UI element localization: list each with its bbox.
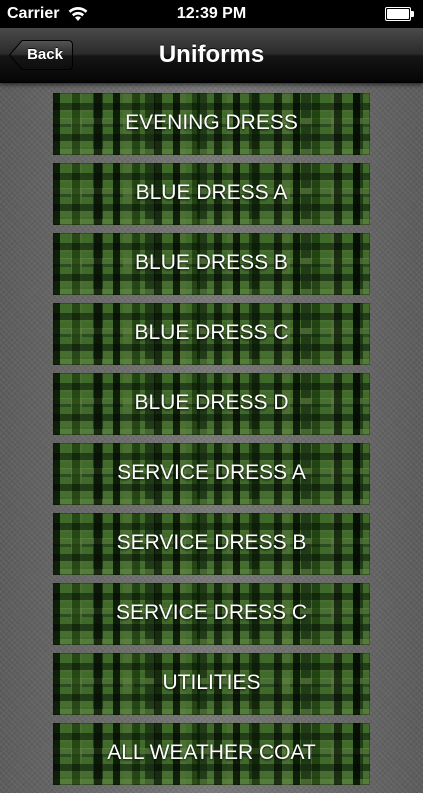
uniform-item-label: UTILITIES	[162, 671, 261, 694]
back-button-label: Back	[27, 46, 63, 63]
back-button[interactable]: Back	[8, 39, 74, 71]
uniform-item-blue-dress-d[interactable]: BLUE DRESS D	[53, 373, 370, 435]
uniform-item-evening-dress[interactable]: EVENING DRESS	[53, 93, 370, 155]
uniform-item-service-dress-c[interactable]: SERVICE DRESS C	[53, 583, 370, 645]
uniform-item-label: EVENING DRESS	[125, 111, 298, 134]
uniform-item-label: BLUE DRESS A	[135, 181, 288, 204]
uniform-item-service-dress-a[interactable]: SERVICE DRESS A	[53, 443, 370, 505]
uniform-item-utilities[interactable]: UTILITIES	[53, 653, 370, 715]
uniform-item-label: ALL WEATHER COAT	[107, 741, 316, 764]
uniform-list: EVENING DRESS BLUE DRESS A BLUE DRESS B …	[53, 93, 370, 793]
uniform-item-blue-dress-c[interactable]: BLUE DRESS C	[53, 303, 370, 365]
uniform-item-blue-dress-a[interactable]: BLUE DRESS A	[53, 163, 370, 225]
uniform-item-label: BLUE DRESS B	[135, 251, 288, 274]
uniform-item-service-dress-b[interactable]: SERVICE DRESS B	[53, 513, 370, 575]
status-time: 12:39 PM	[176, 5, 247, 22]
navigation-bar: Back Uniforms	[0, 28, 423, 83]
uniform-item-label: SERVICE DRESS C	[116, 601, 307, 624]
uniform-item-label: BLUE DRESS C	[134, 321, 289, 344]
battery-icon	[385, 7, 415, 21]
uniform-item-blue-dress-b[interactable]: BLUE DRESS B	[53, 233, 370, 295]
uniform-item-label: SERVICE DRESS B	[116, 531, 307, 554]
uniform-item-label: SERVICE DRESS A	[117, 461, 306, 484]
uniform-item-all-weather-coat[interactable]: ALL WEATHER COAT	[53, 723, 370, 785]
uniform-item-label: BLUE DRESS D	[134, 391, 289, 414]
status-bar: Carrier 12:39 PM	[0, 0, 423, 28]
